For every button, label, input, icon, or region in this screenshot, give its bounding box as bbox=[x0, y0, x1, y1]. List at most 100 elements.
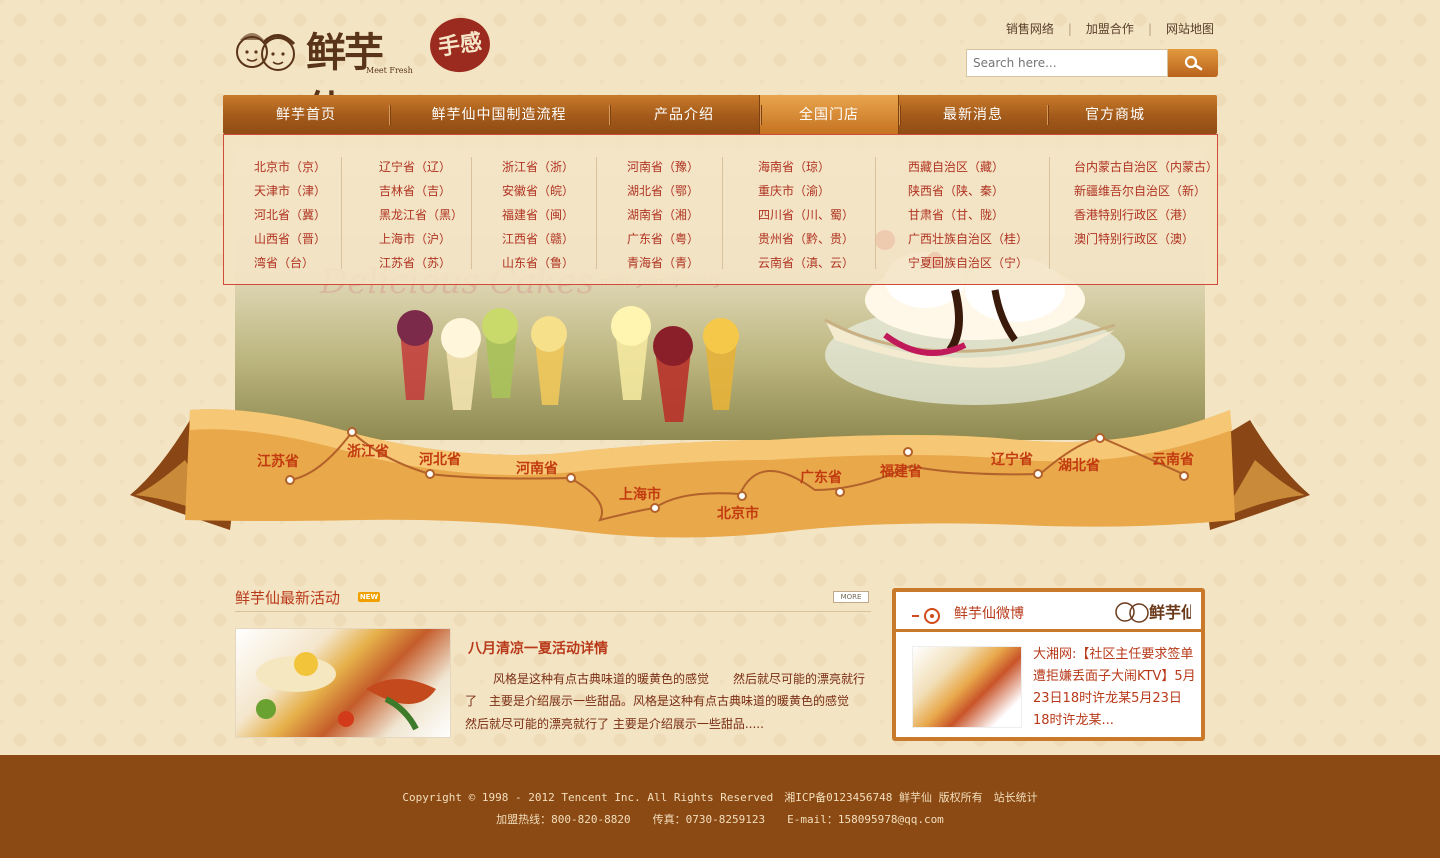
weibo-header: 鲜芋仙微博 鲜芋仙 bbox=[896, 592, 1201, 632]
province-link[interactable]: 台内蒙古自治区（内蒙古） bbox=[1074, 155, 1218, 179]
nav-item-stores[interactable]: 全国门店 bbox=[759, 95, 899, 134]
province-link[interactable]: 贵州省（黔、贵） bbox=[758, 227, 854, 251]
province-link[interactable]: 天津市（津） bbox=[254, 179, 326, 203]
search-box bbox=[966, 49, 1218, 77]
province-link[interactable]: 西藏自治区（藏） bbox=[908, 155, 1028, 179]
province-link[interactable]: 北京市（京） bbox=[254, 155, 326, 179]
province-link[interactable]: 陕西省（陕、秦） bbox=[908, 179, 1028, 203]
route-label-henan: 河南省 bbox=[516, 461, 558, 477]
province-link[interactable]: 甘肃省（甘、陇） bbox=[908, 203, 1028, 227]
divider bbox=[722, 157, 723, 269]
route-label-yunnan: 云南省 bbox=[1152, 452, 1194, 468]
province-link[interactable]: 安徽省（皖） bbox=[502, 179, 574, 203]
province-link[interactable]: 山东省（鲁） bbox=[502, 251, 574, 275]
top-links: 销售网络 | 加盟合作 | 网站地图 bbox=[1006, 20, 1214, 37]
province-link[interactable]: 香港特别行政区（港） bbox=[1074, 203, 1218, 227]
weibo-post-text[interactable]: 大湘网:【社区主任要求签单遭拒嫌丢面子大闹KTV】5月23日18时许龙某5月23… bbox=[1033, 644, 1197, 732]
dropdown-column: 北京市（京） 天津市（津） 河北省（冀） 山西省（晋） 湾省（台） bbox=[254, 155, 326, 275]
divider bbox=[471, 157, 472, 269]
news-thumbnail[interactable] bbox=[235, 628, 451, 738]
search-button[interactable] bbox=[1168, 49, 1218, 77]
route-label-shanghai: 上海市 bbox=[619, 487, 661, 503]
route-label-hebei: 河北省 bbox=[419, 452, 461, 468]
top-link-franchise[interactable]: 加盟合作 bbox=[1086, 20, 1134, 37]
dropdown-column: 海南省（琼） 重庆市（渝） 四川省（川、蜀） 贵州省（黔、贵） 云南省（滇、云） bbox=[758, 155, 854, 275]
main-nav: 鲜芋首页 鲜芋仙中国制造流程 产品介绍 全国门店 最新消息 官方商城 bbox=[223, 95, 1217, 134]
handmade-stamp: 手感 bbox=[426, 14, 494, 76]
news-section-header: 鲜芋仙最新活动 NEW MORE bbox=[235, 584, 871, 612]
divider: | bbox=[1067, 21, 1072, 36]
province-link[interactable]: 新疆维吾尔自治区（新） bbox=[1074, 179, 1218, 203]
province-link[interactable]: 云南省（滇、云） bbox=[758, 251, 854, 275]
route-label-jiangsu: 江苏省 bbox=[257, 454, 299, 470]
province-link[interactable]: 河北省（冀） bbox=[254, 203, 326, 227]
nav-item-process[interactable]: 鲜芋仙中国制造流程 bbox=[389, 95, 609, 134]
province-link[interactable]: 青海省（青） bbox=[627, 251, 699, 275]
province-link[interactable]: 广西壮族自治区（桂） bbox=[908, 227, 1028, 251]
route-label-beijing: 北京市 bbox=[717, 506, 759, 522]
province-link[interactable]: 宁夏回族自治区（宁） bbox=[908, 251, 1028, 275]
news-item-body: 风格是这种有点古典味道的暖黄色的感觉 然后就尽可能的漂亮就行了 主要是介绍展示一… bbox=[465, 672, 874, 731]
nav-item-news[interactable]: 最新消息 bbox=[899, 95, 1047, 134]
more-button[interactable]: MORE bbox=[833, 591, 869, 603]
page: 鲜芋仙 Meet Fresh 手感 销售网络 | 加盟合作 | 网站地图 鲜芋首… bbox=[0, 0, 1440, 858]
top-link-sales-network[interactable]: 销售网络 bbox=[1006, 20, 1054, 37]
route-label-liaoning: 辽宁省 bbox=[991, 452, 1033, 468]
province-link[interactable]: 广东省（粤） bbox=[627, 227, 699, 251]
divider: | bbox=[1147, 21, 1152, 36]
province-link[interactable]: 湾省（台） bbox=[254, 251, 326, 275]
province-link[interactable]: 辽宁省（辽） bbox=[379, 155, 463, 179]
dropdown-column: 台内蒙古自治区（内蒙古） 新疆维吾尔自治区（新） 香港特别行政区（港） 澳门特别… bbox=[1074, 155, 1218, 251]
footer-copyright: Copyright © 1998 - 2012 Tencent Inc. All… bbox=[402, 791, 1038, 804]
footer-contact: 加盟热线：800-820-8820 传真：0730-8259123 E-mail… bbox=[496, 813, 944, 826]
dropdown-column: 河南省（豫） 湖北省（鄂） 湖南省（湘） 广东省（粤） 青海省（青） bbox=[627, 155, 699, 275]
store-route-ribbon bbox=[130, 409, 1310, 538]
province-link[interactable]: 福建省（闽） bbox=[502, 203, 574, 227]
divider bbox=[596, 157, 597, 269]
news-section-title: 鲜芋仙最新活动 bbox=[235, 589, 341, 607]
dropdown-column: 辽宁省（辽） 吉林省（吉） 黑龙江省（黑） 上海市（沪） 江苏省（苏） bbox=[379, 155, 463, 275]
province-link[interactable]: 山西省（晋） bbox=[254, 227, 326, 251]
new-badge: NEW bbox=[358, 592, 380, 602]
logo[interactable]: 鲜芋仙 Meet Fresh bbox=[234, 18, 414, 134]
dessert-photo bbox=[256, 652, 436, 731]
weibo-icon bbox=[912, 608, 940, 624]
founders-illustration bbox=[236, 33, 296, 71]
province-link[interactable]: 黑龙江省（黑） bbox=[379, 203, 463, 227]
dropdown-column: 浙江省（浙） 安徽省（皖） 福建省（闽） 江西省（赣） 山东省（鲁） bbox=[502, 155, 574, 275]
divider bbox=[875, 157, 876, 269]
route-label-zhejiang: 浙江省 bbox=[347, 444, 389, 460]
province-link[interactable]: 四川省（川、蜀） bbox=[758, 203, 854, 227]
weibo-panel: 鲜芋仙微博 鲜芋仙 大湘网:【社区主任要求签单遭拒嫌丢面子大闹KTV】5月23日… bbox=[892, 588, 1205, 741]
divider bbox=[341, 157, 342, 269]
search-input[interactable] bbox=[966, 49, 1168, 77]
stores-dropdown: 北京市（京） 天津市（津） 河北省（冀） 山西省（晋） 湾省（台） 辽宁省（辽）… bbox=[223, 134, 1218, 285]
weibo-logo-text: 鲜芋仙 bbox=[1149, 603, 1191, 622]
weibo-logo: 鲜芋仙 bbox=[1115, 602, 1191, 623]
province-link[interactable]: 湖北省（鄂） bbox=[627, 179, 699, 203]
brand-sub: Meet Fresh bbox=[366, 66, 413, 75]
weibo-title: 鲜芋仙微博 bbox=[954, 606, 1024, 622]
province-link[interactable]: 上海市（沪） bbox=[379, 227, 463, 251]
province-link[interactable]: 海南省（琼） bbox=[758, 155, 854, 179]
province-link[interactable]: 江苏省（苏） bbox=[379, 251, 463, 275]
province-link[interactable]: 湖南省（湘） bbox=[627, 203, 699, 227]
nav-item-home[interactable]: 鲜芋首页 bbox=[223, 95, 389, 134]
province-link[interactable]: 吉林省（吉） bbox=[379, 179, 463, 203]
dropdown-column: 西藏自治区（藏） 陕西省（陕、秦） 甘肃省（甘、陇） 广西壮族自治区（桂） 宁夏… bbox=[908, 155, 1028, 275]
route-label-guangdong: 广东省 bbox=[800, 470, 842, 486]
weibo-thumbnail[interactable] bbox=[912, 646, 1022, 728]
route-label-hubei: 湖北省 bbox=[1058, 458, 1100, 474]
search-icon bbox=[1184, 55, 1203, 71]
top-link-sitemap[interactable]: 网站地图 bbox=[1166, 20, 1214, 37]
province-link[interactable]: 澳门特别行政区（澳） bbox=[1074, 227, 1218, 251]
province-link[interactable]: 重庆市（渝） bbox=[758, 179, 854, 203]
divider bbox=[1049, 157, 1050, 269]
news-item-title[interactable]: 八月清凉一夏活动详情 bbox=[468, 638, 608, 658]
nav-item-products[interactable]: 产品介绍 bbox=[609, 95, 759, 134]
footer: Copyright © 1998 - 2012 Tencent Inc. All… bbox=[0, 755, 1440, 858]
province-link[interactable]: 河南省（豫） bbox=[627, 155, 699, 179]
province-link[interactable]: 浙江省（浙） bbox=[502, 155, 574, 179]
nav-item-shop[interactable]: 官方商城 bbox=[1047, 95, 1183, 134]
province-link[interactable]: 江西省（赣） bbox=[502, 227, 574, 251]
